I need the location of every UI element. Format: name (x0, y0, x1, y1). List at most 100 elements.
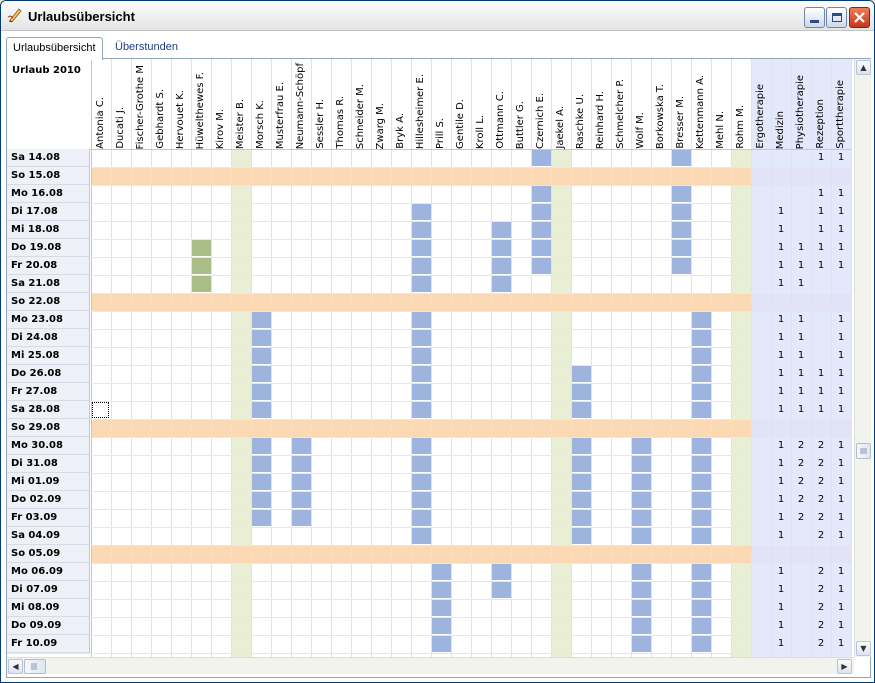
employee-column-header[interactable]: Gebhardt S. (151, 62, 171, 152)
vacation-cell[interactable] (412, 383, 431, 400)
vacation-cell[interactable] (692, 383, 711, 400)
vacation-cell[interactable] (292, 437, 311, 454)
vacation-cell[interactable] (692, 527, 711, 544)
day-row-label[interactable]: So 29.08 (7, 419, 90, 437)
vacation-cell[interactable] (692, 347, 711, 364)
day-row-label[interactable]: Sa 21.08 (7, 275, 90, 293)
vacation-cell[interactable] (412, 509, 431, 526)
vacation-cell[interactable] (692, 311, 711, 328)
vacation-cell[interactable] (632, 437, 651, 454)
special-leave-cell[interactable] (192, 257, 211, 274)
tab-ueberstunden[interactable]: Überstunden (109, 37, 193, 59)
day-row-label[interactable]: So 15.08 (7, 167, 90, 185)
day-row-label[interactable]: Mi 01.09 (7, 473, 90, 491)
employee-column-header[interactable]: Neumann-Schöpf (291, 62, 311, 152)
employee-column-header[interactable]: Ottmann C. (491, 62, 511, 152)
vacation-cell[interactable] (632, 599, 651, 616)
day-row-label[interactable]: Mi 18.08 (7, 221, 90, 239)
vacation-cell[interactable] (412, 437, 431, 454)
vacation-cell[interactable] (532, 185, 551, 202)
vacation-cell[interactable] (532, 203, 551, 220)
vacation-cell[interactable] (572, 401, 591, 418)
vacation-cell[interactable] (572, 365, 591, 382)
vacation-cell[interactable] (432, 617, 451, 634)
employee-column-header[interactable]: Kroll L. (471, 62, 491, 152)
vacation-cell[interactable] (672, 203, 691, 220)
vacation-cell[interactable] (632, 455, 651, 472)
day-row-label[interactable]: Mi 08.09 (7, 599, 90, 617)
vacation-cell[interactable] (672, 185, 691, 202)
day-row-label[interactable]: Di 24.08 (7, 329, 90, 347)
employee-column-header[interactable]: Hervouet K. (171, 62, 191, 152)
employee-column-header[interactable]: Jaekel A. (551, 62, 571, 152)
vacation-cell[interactable] (572, 473, 591, 490)
day-row-label[interactable]: Do 26.08 (7, 365, 90, 383)
vacation-cell[interactable] (292, 455, 311, 472)
vacation-cell[interactable] (692, 473, 711, 490)
employee-column-header[interactable]: Kirov M. (211, 62, 231, 152)
day-row-label[interactable]: Di 31.08 (7, 455, 90, 473)
day-row-label[interactable]: Do 02.09 (7, 491, 90, 509)
title-bar[interactable]: Urlaubsübersicht (1, 1, 874, 31)
tab-urlaubsuebersicht[interactable]: Urlaubsübersicht (6, 37, 103, 60)
day-row-label[interactable]: Sa 28.08 (7, 401, 90, 419)
employee-column-header[interactable]: Meister B. (231, 62, 251, 152)
day-row-label[interactable]: Fr 10.09 (7, 635, 90, 653)
employee-column-header[interactable]: Bresser M. (671, 62, 691, 152)
vacation-cell[interactable] (432, 635, 451, 652)
scroll-left-button[interactable]: ◀ (8, 659, 23, 674)
vacation-cell[interactable] (572, 509, 591, 526)
vertical-scroll-thumb[interactable] (856, 443, 871, 459)
scroll-up-button[interactable]: ▲ (856, 60, 871, 75)
employee-column-header[interactable]: Wolf M. (631, 62, 651, 152)
employee-column-header[interactable]: Schneider M. (351, 62, 371, 152)
scroll-down-button[interactable]: ▼ (856, 641, 871, 656)
vacation-cell[interactable] (692, 581, 711, 598)
vacation-cell[interactable] (492, 257, 511, 274)
vacation-cell[interactable] (412, 221, 431, 238)
special-leave-cell[interactable] (192, 275, 211, 292)
employee-column-header[interactable]: Thomas R. (331, 62, 351, 152)
employee-column-header[interactable]: Antonia C. (91, 62, 111, 152)
employee-column-header[interactable]: Kettenmann A. (691, 62, 711, 152)
day-row-label[interactable]: So 22.08 (7, 293, 90, 311)
vacation-cell[interactable] (692, 455, 711, 472)
vacation-cell[interactable] (412, 311, 431, 328)
employee-column-header[interactable]: Czernich E. (531, 62, 551, 152)
vertical-scrollbar[interactable]: ▲ ▼ (854, 59, 871, 657)
vacation-cell[interactable] (412, 473, 431, 490)
day-row-label[interactable]: Fr 27.08 (7, 383, 90, 401)
vacation-cell[interactable] (692, 329, 711, 346)
day-row-label[interactable]: Di 17.08 (7, 203, 90, 221)
day-row-label[interactable]: Do 09.09 (7, 617, 90, 635)
day-row-label[interactable]: Di 07.09 (7, 581, 90, 599)
employee-column-header[interactable]: Raschke U. (571, 62, 591, 152)
vacation-cell[interactable] (632, 617, 651, 634)
vacation-cell[interactable] (412, 491, 431, 508)
horizontal-scroll-thumb[interactable] (24, 659, 46, 674)
employee-column-header[interactable]: Fischer-Grothe M (131, 62, 151, 152)
vacation-cell[interactable] (632, 563, 651, 580)
vacation-cell[interactable] (252, 509, 271, 526)
minimize-button[interactable] (804, 7, 825, 28)
vacation-cell[interactable] (572, 437, 591, 454)
maximize-button[interactable] (826, 7, 847, 28)
employee-column-header[interactable]: Bryk A. (391, 62, 411, 152)
employee-column-header[interactable]: Borkowska T. (651, 62, 671, 152)
vacation-cell[interactable] (292, 473, 311, 490)
vacation-cell[interactable] (412, 329, 431, 346)
employee-column-header[interactable]: Reinhard H. (591, 62, 611, 152)
vacation-cell[interactable] (692, 437, 711, 454)
employee-column-header[interactable]: Zwarg M. (371, 62, 391, 152)
vacation-cell[interactable] (692, 365, 711, 382)
vacation-cell[interactable] (672, 257, 691, 274)
vacation-cell[interactable] (692, 635, 711, 652)
vacation-cell[interactable] (252, 329, 271, 346)
vacation-cell[interactable] (692, 491, 711, 508)
vacation-cell[interactable] (252, 347, 271, 364)
vacation-cell[interactable] (632, 473, 651, 490)
vacation-cell[interactable] (572, 455, 591, 472)
vacation-cell[interactable] (492, 221, 511, 238)
vacation-cell[interactable] (412, 239, 431, 256)
day-row-label[interactable]: Sa 04.09 (7, 527, 90, 545)
